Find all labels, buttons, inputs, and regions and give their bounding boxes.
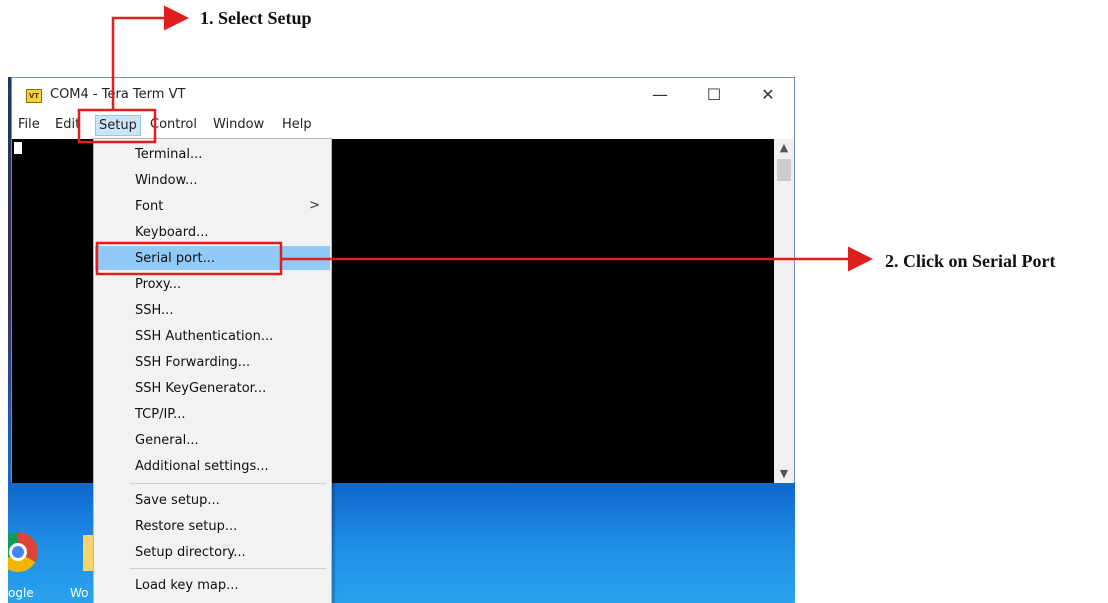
setup-highlight-box — [77, 108, 157, 144]
step1-arrow — [111, 5, 189, 110]
serial-port-highlight-box — [95, 241, 283, 276]
annotation-overlay — [77, 5, 873, 276]
